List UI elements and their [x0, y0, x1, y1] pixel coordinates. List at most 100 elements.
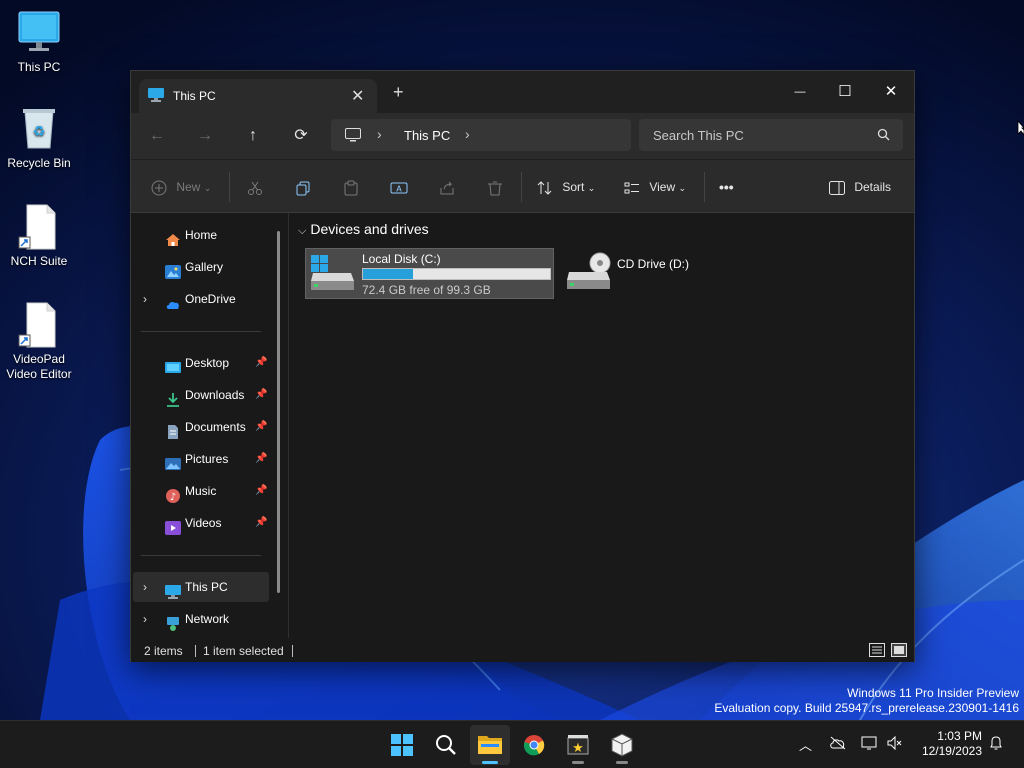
nav-item-downloads[interactable]: Downloads 📌 [133, 380, 269, 410]
view-icon [624, 182, 639, 194]
nav-item-videos[interactable]: Videos 📌 [133, 508, 269, 538]
drive-local-disk-c[interactable]: Local Disk (C:) 72.4 GB free of 99.3 GB [305, 248, 554, 299]
nav-item-this-pc[interactable]: › This PC [133, 572, 269, 602]
desktop-icon-label: This PC [17, 60, 61, 74]
refresh-button[interactable]: ⟳ [290, 125, 312, 147]
nav-label: Documents [185, 420, 246, 434]
start-button[interactable] [382, 725, 422, 765]
up-button[interactable]: ↑ [242, 125, 264, 147]
nav-item-network[interactable]: › Network [133, 604, 269, 634]
desktop-icon [165, 356, 181, 373]
cloud-icon [165, 292, 181, 309]
breadcrumb-chevron-icon[interactable]: › [377, 126, 382, 142]
file-explorer-window: This PC ✕ + — ☐ ✕ ← → ↑ ⟳ › This PC › Se… [130, 70, 915, 662]
collapse-chevron-icon[interactable]: ⌵ [298, 225, 306, 238]
back-button[interactable]: ← [146, 125, 168, 147]
close-window-button[interactable]: ✕ [868, 77, 914, 107]
expand-chevron-icon[interactable]: › [143, 572, 147, 602]
drive-usage-bar [362, 268, 551, 280]
clock-time: 1:03 PM [937, 729, 982, 743]
pin-icon[interactable]: 📌 [255, 508, 267, 538]
pin-icon[interactable]: 📌 [255, 380, 267, 410]
evaluation-watermark: Windows 11 Pro Insider Preview Evaluatio… [714, 686, 1019, 716]
navigation-bar: ← → ↑ ⟳ › This PC › Search This PC [131, 113, 914, 159]
document-icon [165, 420, 181, 439]
group-header-devices-and-drives[interactable]: ⌵ Devices and drives [298, 221, 429, 238]
tiles-view-toggle-icon[interactable] [891, 643, 907, 660]
details-button[interactable]: Details [829, 176, 891, 198]
nav-label: Network [185, 612, 230, 626]
navigation-pane: Home Gallery › OneDrive Desktop 📌 Downlo… [131, 213, 289, 638]
nav-item-onedrive[interactable]: › OneDrive [133, 284, 269, 314]
cut-button[interactable] [247, 176, 263, 198]
active-indicator [482, 761, 498, 764]
search-button[interactable] [426, 725, 466, 765]
nav-item-pictures[interactable]: Pictures 📌 [133, 444, 269, 474]
pin-icon[interactable]: 📌 [255, 348, 267, 378]
expand-chevron-icon[interactable]: › [143, 284, 147, 314]
search-box[interactable]: Search This PC [639, 119, 903, 151]
shortcut-file-icon [17, 204, 61, 250]
volume-muted-icon[interactable] [887, 735, 903, 753]
delete-button[interactable] [487, 176, 503, 198]
drive-name: CD Drive (D:) [617, 257, 689, 271]
tab-this-pc[interactable]: This PC ✕ [139, 79, 377, 113]
desktop-icon-label: NCH Suite [10, 254, 68, 268]
taskbar-chrome[interactable] [514, 725, 554, 765]
paste-button[interactable] [343, 176, 359, 198]
expand-chevron-icon[interactable]: › [143, 604, 147, 634]
nav-item-documents[interactable]: Documents 📌 [133, 412, 269, 442]
watermark-line: Windows 11 Pro Insider Preview [847, 686, 1019, 700]
details-view-toggle-icon[interactable] [869, 643, 885, 660]
address-bar[interactable]: › This PC › [331, 119, 631, 151]
view-button[interactable]: View ⌄ [624, 176, 686, 198]
new-plus-icon [151, 180, 167, 196]
sort-icon [537, 181, 552, 195]
pin-icon[interactable]: 📌 [255, 444, 267, 474]
minimize-button[interactable]: — [777, 77, 823, 107]
maximize-button[interactable]: ☐ [822, 77, 868, 107]
monitor-outline-icon [345, 128, 361, 145]
desktop-icon-videopad[interactable]: VideoPad Video Editor [1, 302, 77, 382]
desktop-icon-nch-suite[interactable]: NCH Suite [1, 204, 77, 269]
share-button[interactable] [439, 176, 455, 198]
rename-button[interactable]: A [390, 176, 408, 198]
nav-item-gallery[interactable]: Gallery [133, 252, 269, 282]
nav-item-desktop[interactable]: Desktop 📌 [133, 348, 269, 378]
breadcrumb-chevron-icon[interactable]: › [465, 126, 470, 142]
desktop-icon-recycle-bin[interactable]: ♻ Recycle Bin [1, 106, 77, 171]
monitor-icon [148, 88, 164, 105]
title-bar[interactable]: This PC ✕ + — ☐ ✕ [131, 71, 914, 113]
new-tab-button[interactable]: + [393, 83, 404, 101]
chrome-icon [523, 735, 545, 756]
nav-item-home[interactable]: Home [133, 220, 269, 250]
new-button[interactable]: New ⌄ [151, 176, 211, 198]
sort-button[interactable]: Sort ⌄ [537, 176, 595, 198]
network-display-icon[interactable] [861, 736, 879, 753]
nav-item-music[interactable]: ♪ Music 📌 [133, 476, 269, 506]
breadcrumb-this-pc[interactable]: This PC [404, 128, 450, 143]
taskbar-package-app[interactable] [602, 725, 642, 765]
paste-icon [344, 180, 358, 196]
desktop-icon-this-pc[interactable]: This PC [1, 10, 77, 75]
taskbar-videopad[interactable]: ★ [558, 725, 598, 765]
tab-close-button[interactable]: ✕ [351, 86, 364, 106]
show-hidden-icons-chevron-icon[interactable]: ︿ [799, 735, 812, 754]
clapperboard-star-icon: ★ [567, 735, 589, 756]
taskbar-file-explorer[interactable] [470, 725, 510, 765]
nav-label: Downloads [185, 388, 245, 402]
forward-button[interactable]: → [194, 125, 216, 147]
copy-button[interactable] [295, 176, 311, 198]
drive-usage-fill [363, 269, 414, 279]
pin-icon[interactable]: 📌 [255, 412, 267, 442]
see-more-button[interactable]: ••• [719, 176, 734, 198]
desktop-icon-label: Recycle Bin [7, 156, 71, 170]
notification-bell-icon[interactable] [988, 735, 1004, 754]
pin-icon[interactable]: 📌 [255, 476, 267, 506]
running-indicator [572, 761, 584, 764]
onedrive-offline-icon[interactable] [829, 736, 847, 753]
navigation-scrollbar[interactable] [277, 231, 280, 593]
drive-cd-d[interactable]: CD Drive (D:) [562, 248, 702, 299]
system-clock[interactable]: 1:03 PM 12/19/2023 [920, 729, 982, 759]
picture-icon [165, 452, 181, 470]
